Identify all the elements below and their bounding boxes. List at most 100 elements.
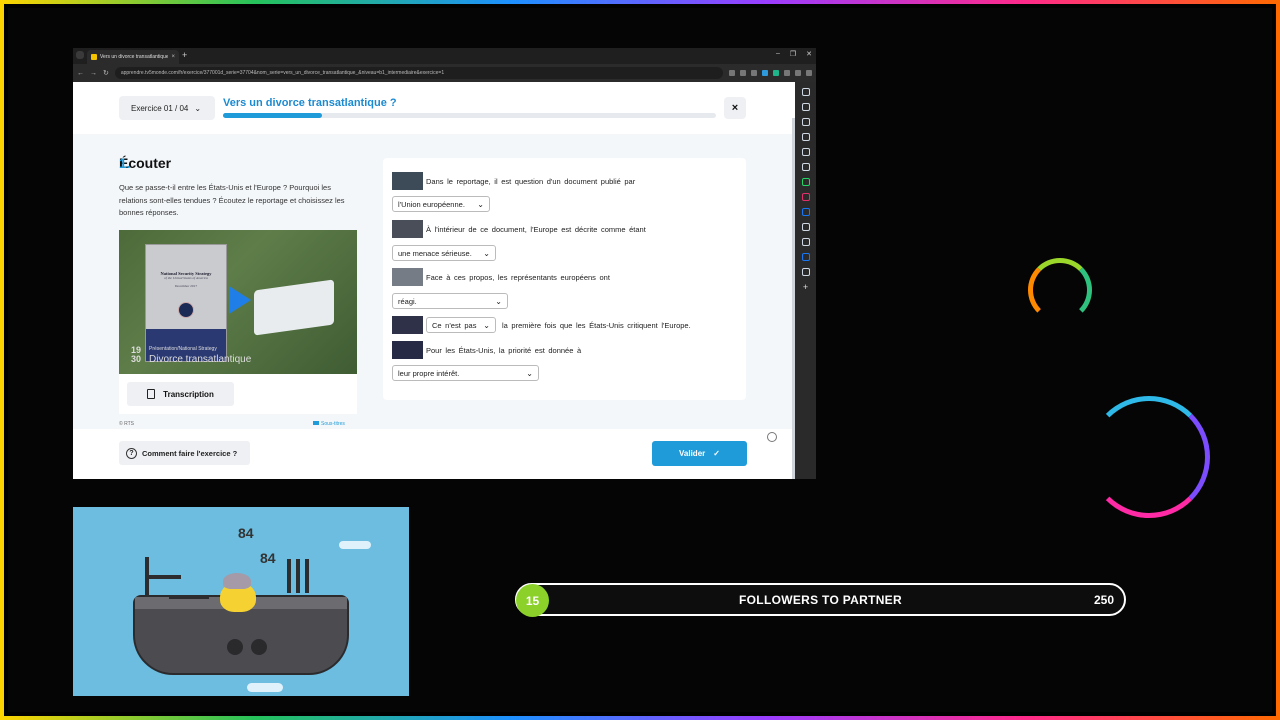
- close-button[interactable]: ×: [724, 97, 746, 119]
- answer-value: Ce n'est pas: [432, 320, 477, 330]
- subtitles-label: Sous-titres: [321, 421, 345, 427]
- question-thumbnail[interactable]: [392, 316, 423, 334]
- profile-icon[interactable]: [806, 70, 812, 76]
- extension-icon[interactable]: [762, 70, 768, 76]
- question-text: Pour les États-Unis, la priorité est don…: [426, 345, 582, 355]
- box-icon[interactable]: [801, 118, 810, 126]
- close-window-icon[interactable]: ✕: [806, 50, 812, 58]
- video-footer: Transcription: [119, 374, 357, 414]
- extension-icon[interactable]: [773, 70, 779, 76]
- chart-icon[interactable]: [801, 223, 810, 231]
- game-overlay: 84 84: [73, 507, 409, 696]
- tabs-icon[interactable]: [801, 268, 810, 276]
- duck-hair: [223, 573, 251, 589]
- validate-button[interactable]: Valider ✓: [652, 441, 747, 466]
- help-button[interactable]: ? Comment faire l'exercice ?: [119, 441, 250, 465]
- url-field[interactable]: apprendre.tv5monde.com/fr/exercice/37700…: [114, 67, 723, 79]
- exercise-selector-label: Exercice 01 / 04: [131, 103, 189, 113]
- translate-icon[interactable]: [729, 70, 735, 76]
- subtitles-link[interactable]: Sous-titres: [313, 421, 345, 427]
- exercise-title: Vers un divorce transatlantique ?: [223, 97, 397, 109]
- chevron-down-icon: ⌄: [483, 248, 490, 258]
- chevron-down-icon: ⌄: [495, 296, 502, 306]
- video-player[interactable]: National Security Strategy of the United…: [119, 230, 357, 374]
- section-title: 1. Écouter: [119, 155, 171, 171]
- bell-icon[interactable]: [801, 238, 810, 246]
- checkmark-icon: ✓: [713, 449, 720, 458]
- question-text: Face à ces propos, les représentants eur…: [426, 272, 610, 282]
- bookmark-icon[interactable]: [801, 88, 810, 96]
- answer-value: réagi.: [398, 296, 417, 306]
- subtitles-icon: [313, 421, 319, 425]
- book-date: December 2017: [174, 284, 198, 288]
- extension-sidebar-icon[interactable]: [801, 133, 810, 141]
- dumbbell-rack: [287, 559, 315, 601]
- video-credit: © RTS: [119, 421, 134, 427]
- question-4: Ce n'est pas ⌄ la première fois que les É…: [392, 316, 691, 334]
- question-thumbnail[interactable]: [392, 341, 423, 359]
- answer-select-3[interactable]: réagi. ⌄: [392, 293, 508, 309]
- maximize-icon[interactable]: ❐: [790, 50, 796, 58]
- tab-title: Vers un divorce transatlantique: [100, 54, 169, 60]
- new-tab-button[interactable]: +: [182, 50, 187, 60]
- white-house-image: [254, 279, 334, 336]
- browser-tab[interactable]: Vers un divorce transatlantique ×: [87, 50, 179, 64]
- browser-sidebar: +: [795, 82, 816, 479]
- close-tab-icon[interactable]: ×: [171, 54, 175, 60]
- notes-icon[interactable]: [801, 163, 810, 171]
- book-subtitle: of the United States of America: [164, 276, 208, 280]
- chevron-down-icon: ⌄: [483, 320, 490, 330]
- window-controls: – ❐ ✕: [776, 50, 812, 58]
- followers-goal-bar: 15 FOLLOWERS TO PARTNER 250: [515, 583, 1126, 617]
- score-popup: 84: [238, 525, 254, 541]
- whatsapp-icon[interactable]: [801, 178, 810, 186]
- answer-select-1[interactable]: l'Union européenne. ⌄: [392, 196, 490, 212]
- question-text: À l'intérieur de ce document, l'Europe e…: [426, 224, 646, 234]
- reading-list-icon[interactable]: [801, 103, 810, 111]
- add-icon[interactable]: +: [803, 283, 808, 292]
- zoom-icon[interactable]: [740, 70, 746, 76]
- transcription-button[interactable]: Transcription: [127, 382, 234, 406]
- treadmill: [145, 557, 209, 599]
- chat-icon[interactable]: [767, 432, 777, 442]
- clipboard-icon: [147, 389, 156, 399]
- platform-hole: [227, 639, 243, 655]
- star-icon[interactable]: [751, 70, 757, 76]
- cloud: [247, 683, 283, 692]
- question-text: Dans le reportage, il est question d'un …: [426, 176, 636, 186]
- answer-select-4[interactable]: Ce n'est pas ⌄: [426, 317, 496, 333]
- validate-label: Valider: [679, 449, 706, 458]
- extensions-puzzle-icon[interactable]: [795, 70, 801, 76]
- messenger-icon[interactable]: [801, 208, 810, 216]
- extensions-toolbar: [729, 70, 812, 76]
- back-icon[interactable]: ←: [77, 70, 84, 77]
- instructions: Que se passe-t-il entre les États-Unis e…: [119, 183, 345, 217]
- question-thumbnail[interactable]: [392, 220, 423, 238]
- answer-select-2[interactable]: une menace sérieuse. ⌄: [392, 245, 496, 261]
- play-icon[interactable]: [229, 286, 251, 314]
- favicon-icon: [91, 54, 97, 60]
- translate-sidebar-icon[interactable]: [801, 148, 810, 156]
- question-mark-icon: ?: [126, 447, 137, 459]
- seal-icon: [178, 302, 194, 318]
- chevron-down-icon: ⌄: [194, 103, 202, 113]
- exercise-footer: ? Comment faire l'exercice ? Valider ✓: [73, 429, 795, 479]
- answer-value: leur propre intérêt.: [398, 368, 460, 378]
- exercise-selector[interactable]: Exercice 01 / 04 ⌄: [119, 96, 215, 120]
- question-thumbnail[interactable]: [392, 172, 423, 190]
- extension-icon[interactable]: [784, 70, 790, 76]
- answer-select-5[interactable]: leur propre intérêt. ⌄: [392, 365, 539, 381]
- diamond-icon[interactable]: [801, 253, 810, 261]
- transcription-label: Transcription: [163, 389, 214, 399]
- question-text: la première fois que les États-Unis crit…: [502, 320, 691, 330]
- tab-search-button[interactable]: [76, 51, 84, 59]
- forward-icon[interactable]: →: [90, 70, 97, 77]
- reload-icon[interactable]: ↻: [103, 69, 109, 77]
- question-1: Dans le reportage, il est question d'un …: [392, 172, 635, 190]
- progress-bar: [223, 113, 716, 118]
- minimize-icon[interactable]: –: [776, 50, 780, 58]
- question-thumbnail[interactable]: [392, 268, 423, 286]
- instagram-icon[interactable]: [801, 193, 810, 201]
- questions-panel: Dans le reportage, il est question d'un …: [383, 158, 746, 400]
- question-5: Pour les États-Unis, la priorité est don…: [392, 341, 581, 359]
